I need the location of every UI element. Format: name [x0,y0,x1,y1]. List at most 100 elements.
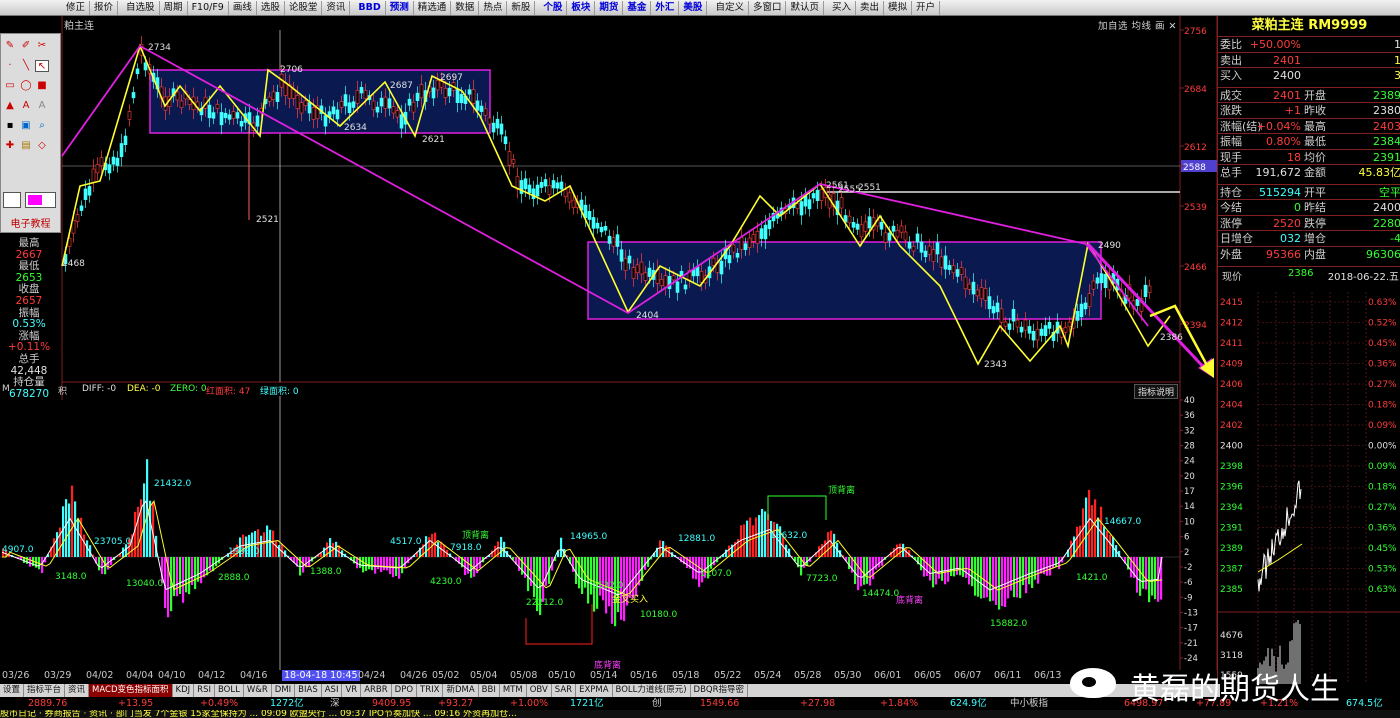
toolbar-item[interactable]: 开户 [912,0,941,15]
kline-chart[interactable]: 2756268426122588253924662394273427062697… [0,16,1218,400]
indicator-tab[interactable]: BIAS [295,684,322,697]
filled-rect-icon[interactable]: ■ [35,80,49,92]
toolbar-item[interactable]: 外汇 [651,0,680,15]
macd-bar [1034,557,1037,580]
toolbar-item[interactable]: 选股 [257,0,285,15]
indicator-tab[interactable]: ASI [322,684,343,697]
indicator-tab[interactable]: EXPMA [576,684,613,697]
toolbar-item[interactable]: 精选通 [414,0,452,15]
indicator-tab[interactable]: VR [342,684,362,697]
toolbar-item[interactable]: 美股 [679,0,708,15]
macd-bar [1055,557,1058,568]
quote-label: 今结 [1220,201,1242,214]
ray-icon[interactable]: ↖ [35,60,49,72]
line-style-select[interactable] [3,192,21,208]
macd-bar [950,557,953,577]
toolbar-item[interactable]: BBD [354,0,386,15]
toolbar-item[interactable]: 默认页 [786,0,824,15]
mini-pct-label: 0.45% [1368,339,1397,349]
news-scroll[interactable]: 股市日记 · 券商报告 · 资讯 · 部门当发 7个金银 15家全保持为 ...… [0,710,1400,718]
macd-bar [53,538,56,557]
color-picker[interactable] [25,192,56,208]
indicator-tab[interactable]: OBV [527,684,552,697]
line-icon[interactable]: ╲ [19,60,33,72]
candle-body [1011,308,1016,322]
frame-icon[interactable]: ▪ [3,120,17,132]
macd-bar [182,557,185,603]
folder-icon[interactable]: ▤ [19,140,33,152]
ellipse-icon[interactable]: ◯ [19,80,33,92]
quote-value: 0.80% [1266,135,1301,148]
indicator-tab[interactable]: DMI [272,684,296,697]
candle-body [571,199,576,208]
indicator-tab[interactable]: BBI [479,684,500,697]
candle-body [763,224,768,240]
toolbar-item[interactable]: 预测 [386,0,414,15]
candle-body [363,90,368,99]
toolbar-item[interactable]: 个股 [539,0,568,15]
quote-value: 2403 [1373,119,1400,133]
indicator-tab[interactable]: 新DMA [443,684,479,697]
text-icon[interactable]: A [19,100,33,112]
toolbar-item[interactable]: 画线 [229,0,257,15]
toolbar-item[interactable]: 自定义 [711,0,749,15]
indicator-tab[interactable]: KDJ [173,684,195,697]
rectangle-icon[interactable]: ▭ [3,80,17,92]
toolbar-item[interactable]: 自选股 [122,0,160,15]
macd-bar [977,557,980,597]
indicator-tab[interactable]: 设置 [0,684,25,697]
toolbar-item[interactable]: 论股堂 [285,0,323,15]
indicator-tab[interactable]: BOLL力道线(原元) [613,684,691,697]
candle-body [855,223,860,230]
indicator-tab[interactable]: MACD变色指标面积 [89,684,173,697]
quote-value: 2384 [1373,135,1400,148]
toolbar-item[interactable]: F10/F9 [188,0,229,15]
toolbar-item[interactable]: 期货 [595,0,624,15]
toolbar-item[interactable]: 新股 [507,0,536,15]
text-box-icon[interactable]: A [35,100,49,112]
toolbar-item[interactable]: 报价 [90,0,119,15]
chart-toolbar-buttons[interactable]: 加自选 均线 画 ✕ [1098,18,1177,32]
indicator-tab[interactable]: DPO [392,684,418,697]
diamond-icon[interactable]: ◇ [35,140,49,152]
indicator-tab[interactable]: DBQR指导密 [691,684,749,697]
macd-bar [1154,557,1157,600]
toolbar-item[interactable]: 修正 [62,0,91,15]
image-icon[interactable]: ▣ [19,120,33,132]
eraser-icon[interactable]: ✐ [19,40,33,52]
mini-volume-label: 4676 [1220,631,1243,641]
toolbar-item[interactable]: 周期 [160,0,188,15]
dot-icon[interactable]: · [3,60,17,72]
cross-icon[interactable]: ✚ [3,140,17,152]
indicator-tab[interactable]: MTM [500,684,527,697]
toolbar-item[interactable]: 多窗口 [749,0,787,15]
toolbar-item[interactable]: 卖出 [856,0,885,15]
macd-bar [533,557,536,598]
indicator-tab[interactable]: 指标平台 [24,684,66,697]
toolbar-item[interactable]: 资讯 [322,0,351,15]
toolbar-item[interactable]: 基金 [623,0,652,15]
indicator-tab[interactable]: RSI [194,684,215,697]
tutorial-link[interactable]: 电子教程 [1,215,60,230]
indicator-tab[interactable]: TRIX [417,684,444,697]
indicator-tab[interactable]: 资讯 [65,684,90,697]
intraday-chart[interactable]: 2415 0.63% 2412 0.52% 2411 0.45% 2409 0.36% 2406… [1218,282,1400,684]
search-icon[interactable]: ⌕ [35,120,49,132]
toolbar-item[interactable]: 模拟 [884,0,913,15]
toolbar-item[interactable]: 数据 [451,0,480,15]
macd-chart[interactable]: 40 36 32 28 24 20 17 14 10 6 2 -2 -6 -9 -13 -17 -21 -24 49… [0,396,1218,670]
mini-pct-label: 0.18% [1368,401,1397,411]
up-arrow-icon[interactable]: ▲ [3,100,17,112]
indicator-tab[interactable]: BOLL [215,684,244,697]
paint-icon[interactable]: ✂ [35,40,49,52]
toolbar-item[interactable]: 板块 [567,0,596,15]
indicator-tab[interactable]: W&R [244,684,272,697]
toolbar-item[interactable]: 买入 [828,0,856,15]
ticker-value: 9409.95 [372,698,412,709]
toolbar-item[interactable]: 热点 [479,0,508,15]
indicator-tab[interactable]: ARBR [361,684,392,697]
quote-value: 2401 [1273,53,1301,67]
pencil-icon[interactable]: ✎ [3,40,17,52]
quote-label: 总手 [1220,166,1242,179]
indicator-tab[interactable]: SAR [552,684,577,697]
